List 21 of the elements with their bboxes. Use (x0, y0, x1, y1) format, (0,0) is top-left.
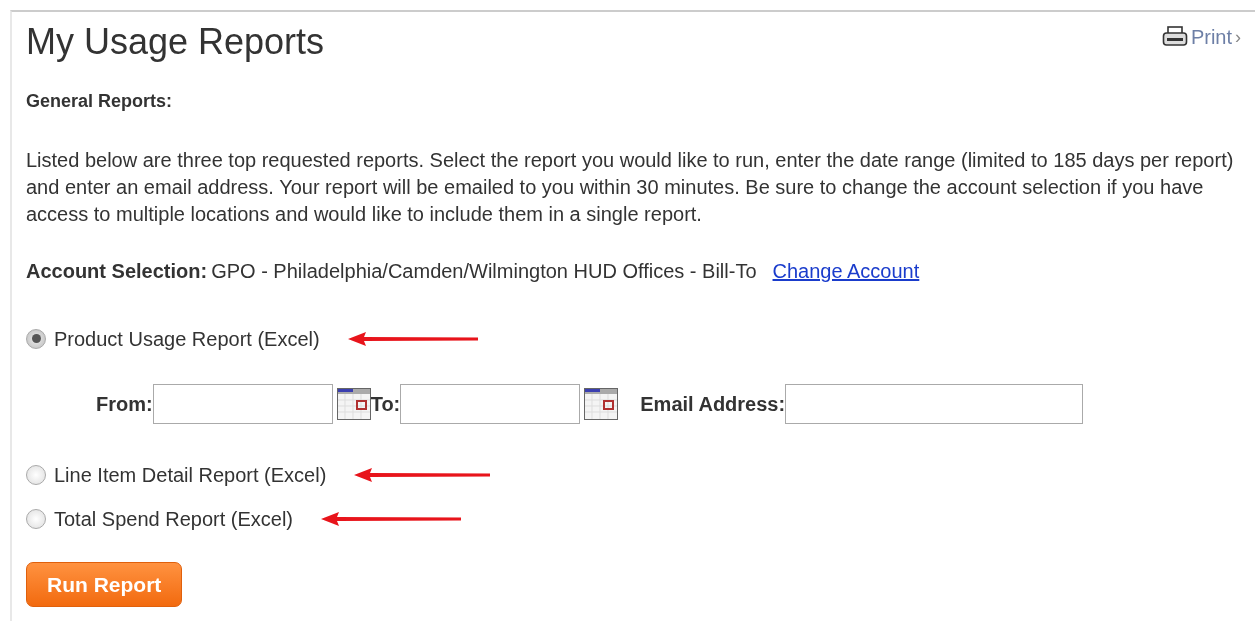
report-radio[interactable]: Product Usage Report (Excel) (26, 323, 320, 354)
print-label: Print (1190, 25, 1232, 50)
report-radio[interactable]: Line Item Detail Report (Excel) (26, 459, 327, 490)
date-field[interactable] (152, 383, 333, 424)
field-label: To: (370, 391, 401, 417)
description-paragraph: Listed below are three top requested reports. Select the report you would like to run, enter the date range (limited to 185 days per report) and enter an email address. Your report will be emailed to you within 30 minutes. Be sure to change the account selection if you have access to multiple locations and would like to include them in a single report. (26, 147, 1235, 227)
field-label: From: (96, 391, 153, 417)
account-value: GPO - Philadelphia/Camden/Wilmington HUD Offices - Bill-To (211, 258, 757, 284)
chevron-icon: › (1235, 23, 1241, 51)
report-radio[interactable]: Total Spend Report (Excel) (26, 503, 293, 534)
field-label: Email Address: (640, 391, 786, 417)
calendar-icon[interactable] (336, 387, 371, 420)
change-account-link[interactable]: Change Account (772, 255, 920, 286)
email-field[interactable] (785, 383, 1084, 424)
calendar-icon[interactable] (584, 387, 619, 420)
printer-icon (1161, 26, 1188, 48)
date-field[interactable] (400, 383, 581, 424)
page-title: My Usage Reports (26, 22, 325, 62)
account-label: Account Selection: (26, 258, 208, 284)
section-heading: General Reports: (26, 89, 174, 113)
print-link[interactable]: Print› (1161, 22, 1241, 52)
